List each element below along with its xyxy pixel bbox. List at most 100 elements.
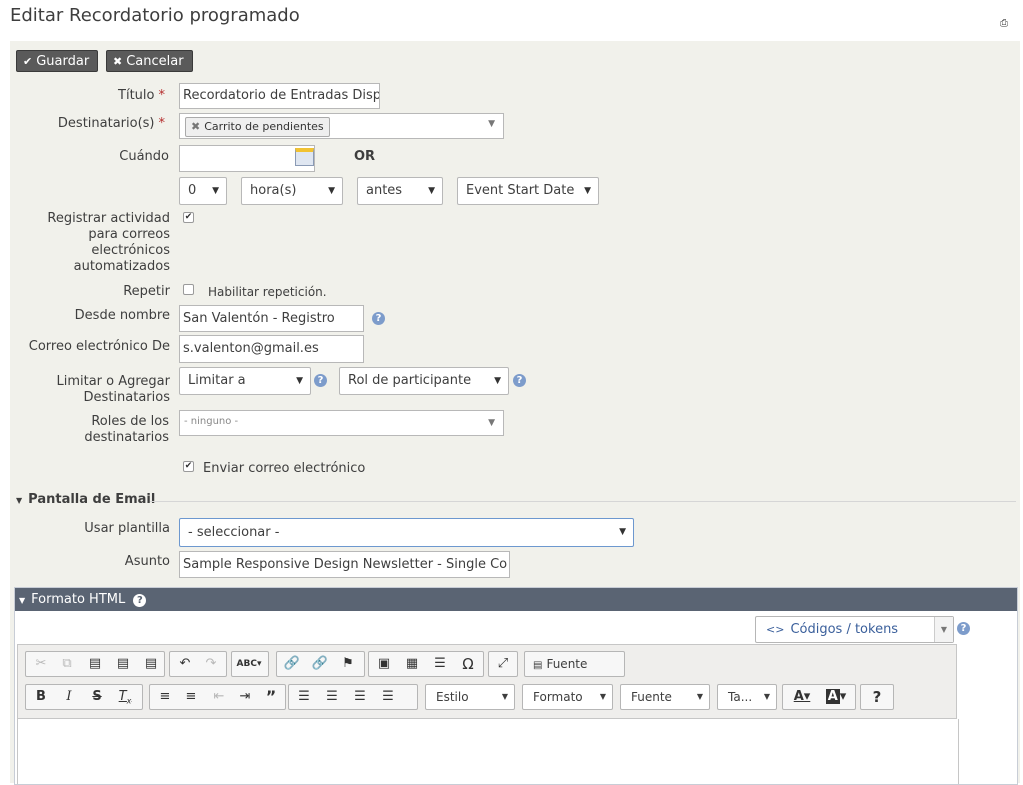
cut-icon[interactable]: ✂	[28, 652, 54, 676]
from-email-label: Correo electrónico De	[28, 339, 170, 354]
print-icon[interactable]: ⎙	[1000, 18, 1010, 29]
text-color-icon[interactable]: A▾	[787, 685, 817, 709]
unlink-icon[interactable]: 🔗	[307, 652, 333, 676]
event-select[interactable]: Event Start Date ▼	[457, 177, 599, 205]
template-select[interactable]: - seleccionar - ▼	[179, 518, 634, 547]
close-icon: ✖	[113, 55, 123, 68]
image-icon[interactable]: ▣	[371, 652, 397, 676]
help-icon[interactable]: ?	[314, 374, 327, 387]
insert-group: ▣ ▦ ☰ Ω	[368, 651, 484, 677]
paste-icon[interactable]: ▤	[82, 652, 108, 676]
style-combo[interactable]: Estilo ▼	[425, 684, 515, 710]
save-button[interactable]: ✔ Guardar	[16, 50, 98, 72]
required-marker: *	[158, 116, 166, 131]
title-label: Título *	[118, 88, 165, 103]
calendar-icon[interactable]	[295, 148, 314, 166]
html-editor-panel: ▼ Formato HTML ? <> Códigos / tokens ▼ ? ✂…	[14, 587, 1018, 785]
template-label: Usar plantilla	[84, 521, 170, 536]
email-section-header[interactable]: ▼ Pantalla de Email	[16, 492, 155, 507]
align-left-icon[interactable]: ☰	[291, 685, 317, 709]
limit-label: Limitar o Agregar Destinatarios	[56, 374, 170, 405]
remove-format-icon[interactable]: Tx	[112, 685, 138, 709]
size-combo[interactable]: Ta... ▼	[717, 684, 777, 710]
align-right-icon[interactable]: ☰	[347, 685, 373, 709]
check-icon: ✔	[23, 55, 33, 68]
chevron-down-icon: ▼	[488, 418, 495, 428]
help-icon[interactable]: ?	[957, 622, 970, 635]
align-center-icon[interactable]: ☰	[319, 685, 345, 709]
chevron-down-icon: ▼	[584, 186, 591, 196]
indent-icon[interactable]: ⇥	[232, 685, 258, 709]
subject-input[interactable]: Sample Responsive Design Newsletter - Si…	[179, 551, 510, 578]
recipients-select[interactable]: ✖ Carrito de pendientes ▼	[179, 113, 504, 139]
special-char-icon[interactable]: Ω	[455, 652, 481, 676]
chevron-down-icon: ▼	[934, 617, 953, 642]
chevron-down-icon: ▼	[501, 692, 508, 701]
recipient-tag[interactable]: ✖ Carrito de pendientes	[185, 117, 330, 137]
list-group: ≡ ≡ ⇤ ⇥ ”	[149, 684, 286, 710]
chevron-down-icon: ▼	[599, 692, 606, 701]
bold-icon[interactable]: B	[28, 685, 54, 709]
log-activity-checkbox[interactable]: ✔	[183, 212, 194, 223]
repeat-option-label: Habilitar repetición.	[208, 285, 327, 299]
maximize-group: ⤢	[488, 651, 518, 677]
editor-toolbar: ✂ ⧉ ▤ ▤ ▤ ↶ ↷ ABC▾ 🔗 🔗 ⚑ ▣ ▦ ☰ Ω ⤢ ▤ Fue…	[17, 644, 957, 719]
numbered-list-icon[interactable]: ≡	[152, 685, 178, 709]
chevron-down-icon: ▼	[696, 692, 703, 701]
limit-select[interactable]: Limitar a ▼	[179, 367, 311, 395]
outdent-icon[interactable]: ⇤	[206, 685, 232, 709]
from-email-input[interactable]: s.valenton@gmail.es	[179, 335, 364, 363]
format-combo[interactable]: Formato ▼	[522, 684, 613, 710]
about-button[interactable]: ?	[864, 685, 890, 709]
copy-icon[interactable]: ⧉	[54, 652, 80, 676]
help-icon[interactable]: ?	[133, 594, 147, 607]
page-title: Editar Recordatorio programado	[10, 5, 300, 26]
log-activity-label: Registrar actividad para correos electró…	[47, 211, 170, 274]
title-input[interactable]: Recordatorio de Entradas Disp	[179, 83, 380, 109]
cancel-button[interactable]: ✖ Cancelar	[106, 50, 193, 72]
bg-color-icon[interactable]: A ▾	[821, 685, 851, 709]
about-group: ?	[860, 684, 894, 710]
from-name-input[interactable]: San Valentón - Registro	[179, 305, 364, 332]
tokens-select[interactable]: <> Códigos / tokens ▼	[755, 616, 954, 643]
horizontal-rule-icon[interactable]: ☰	[427, 652, 453, 676]
role-select[interactable]: Rol de participante ▼	[339, 367, 509, 395]
relation-select[interactable]: antes ▼	[357, 177, 443, 205]
code-icon: <>	[766, 623, 785, 636]
collapse-arrow-icon: ▼	[16, 496, 23, 505]
paste-text-icon[interactable]: ▤	[110, 652, 136, 676]
bullet-list-icon[interactable]: ≡	[178, 685, 204, 709]
source-icon: ▤	[533, 660, 543, 671]
strike-icon[interactable]: S	[84, 685, 110, 709]
repeat-checkbox[interactable]	[183, 284, 194, 295]
unit-select[interactable]: hora(s) ▼	[241, 177, 343, 205]
table-icon[interactable]: ▦	[399, 652, 425, 676]
anchor-flag-icon[interactable]: ⚑	[335, 652, 361, 676]
paste-word-icon[interactable]: ▤	[138, 652, 164, 676]
italic-icon[interactable]: I	[56, 685, 82, 709]
blockquote-icon[interactable]: ”	[258, 685, 284, 709]
help-icon[interactable]: ?	[372, 312, 385, 325]
redo-icon[interactable]: ↷	[198, 652, 224, 676]
spellcheck-icon[interactable]: ABC▾	[236, 652, 262, 676]
editor-content-area[interactable]	[17, 719, 959, 784]
chevron-down-icon: ▼	[296, 376, 303, 386]
roles-select[interactable]: - ninguno - ▼	[179, 410, 504, 436]
recipients-label: Destinatario(s) *	[57, 116, 166, 131]
source-group[interactable]: ▤Fuente HTML	[524, 651, 625, 697]
link-icon[interactable]: 🔗	[279, 652, 305, 676]
subject-label: Asunto	[124, 554, 170, 569]
chevron-down-icon: ▼	[619, 527, 626, 537]
undo-group: ↶ ↷	[169, 651, 227, 677]
remove-tag-icon[interactable]: ✖	[191, 120, 200, 133]
maximize-icon[interactable]: ⤢	[490, 652, 516, 676]
offset-select[interactable]: 0 ▼	[179, 177, 227, 205]
send-email-checkbox[interactable]: ✔	[183, 461, 194, 472]
html-editor-header[interactable]: ▼ Formato HTML ?	[15, 588, 1017, 611]
help-icon[interactable]: ?	[513, 374, 526, 387]
align-justify-icon[interactable]: ☰	[375, 685, 401, 709]
spellcheck-group: ABC▾	[231, 651, 269, 677]
chevron-down-icon: ▼	[428, 186, 435, 196]
font-combo[interactable]: Fuente ▼	[620, 684, 710, 710]
undo-icon[interactable]: ↶	[172, 652, 198, 676]
